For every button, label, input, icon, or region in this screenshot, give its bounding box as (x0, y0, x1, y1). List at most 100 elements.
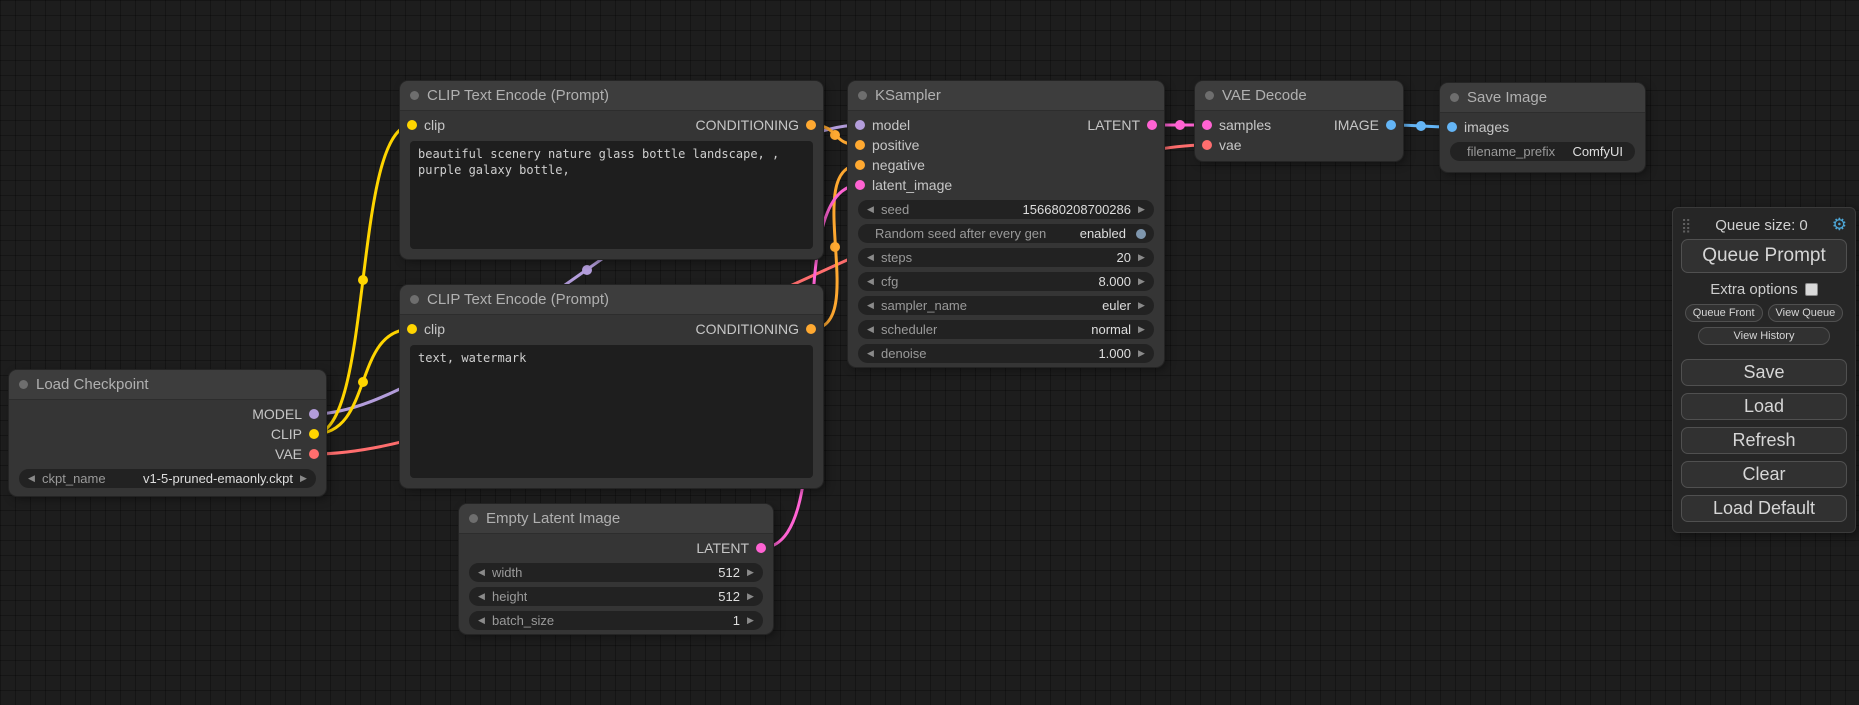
toggle-dot-icon[interactable] (1136, 229, 1146, 239)
view-history-button[interactable]: View History (1698, 327, 1831, 345)
widget-value: 512 (718, 589, 740, 604)
prompt-textarea[interactable]: text, watermark (410, 345, 813, 478)
decrement-icon[interactable]: ◀ (864, 252, 877, 263)
scheduler-widget[interactable]: ◀ scheduler normal ▶ (858, 320, 1154, 339)
extra-options-checkbox[interactable] (1805, 283, 1818, 296)
steps-widget[interactable]: ◀ steps 20 ▶ (858, 248, 1154, 267)
cfg-widget[interactable]: ◀ cfg 8.000 ▶ (858, 272, 1154, 291)
widget-name: sampler_name (881, 298, 967, 313)
node-graph-canvas[interactable]: Load Checkpoint MODEL CLIP VAE ◀ ckpt_na… (0, 0, 1859, 705)
decrement-icon[interactable]: ◀ (864, 348, 877, 359)
increment-icon[interactable]: ▶ (297, 473, 310, 484)
increment-icon[interactable]: ▶ (744, 567, 757, 578)
view-queue-button[interactable]: View Queue (1768, 304, 1844, 322)
increment-icon[interactable]: ▶ (744, 615, 757, 626)
node-header[interactable]: CLIP Text Encode (Prompt) (400, 81, 823, 111)
input-port-clip[interactable] (407, 120, 417, 130)
save-button[interactable]: Save (1681, 359, 1847, 386)
decrement-icon[interactable]: ◀ (864, 324, 877, 335)
sampler-name-widget[interactable]: ◀ sampler_name euler ▶ (858, 296, 1154, 315)
node-header[interactable]: Empty Latent Image (459, 504, 773, 534)
load-default-button[interactable]: Load Default (1681, 495, 1847, 522)
denoise-widget[interactable]: ◀ denoise 1.000 ▶ (858, 344, 1154, 363)
node-clip-text-encode-negative[interactable]: CLIP Text Encode (Prompt) clip CONDITION… (400, 285, 823, 488)
filename-prefix-widget[interactable]: filename_prefix ComfyUI (1450, 142, 1635, 161)
decrement-icon[interactable]: ◀ (475, 567, 488, 578)
drag-handle-icon[interactable]: ⣿ (1681, 217, 1691, 234)
collapse-dot-icon[interactable] (410, 91, 419, 100)
increment-icon[interactable]: ▶ (1135, 204, 1148, 215)
node-header[interactable]: VAE Decode (1195, 81, 1403, 111)
output-port-clip[interactable] (309, 429, 319, 439)
refresh-button[interactable]: Refresh (1681, 427, 1847, 454)
height-widget[interactable]: ◀ height 512 ▶ (469, 587, 763, 606)
node-header[interactable]: KSampler (848, 81, 1164, 111)
batch-size-widget[interactable]: ◀ batch_size 1 ▶ (469, 611, 763, 630)
seed-widget[interactable]: ◀ seed 156680208700286 ▶ (858, 200, 1154, 219)
collapse-dot-icon[interactable] (1450, 93, 1459, 102)
node-vae-decode[interactable]: VAE Decode samples IMAGE vae (1195, 81, 1403, 161)
input-port-vae[interactable] (1202, 140, 1212, 150)
queue-prompt-button[interactable]: Queue Prompt (1681, 239, 1847, 273)
prompt-textarea[interactable]: beautiful scenery nature glass bottle la… (410, 141, 813, 249)
output-port-model[interactable] (309, 409, 319, 419)
output-port-latent[interactable] (756, 543, 766, 553)
output-port-vae[interactable] (309, 449, 319, 459)
random-seed-toggle-widget[interactable]: Random seed after every gen enabled (858, 224, 1154, 243)
decrement-icon[interactable]: ◀ (864, 276, 877, 287)
widget-value: normal (1091, 322, 1131, 337)
output-label: VAE (275, 446, 302, 462)
collapse-dot-icon[interactable] (19, 380, 28, 389)
input-port-model[interactable] (855, 120, 865, 130)
output-port-conditioning[interactable] (806, 324, 816, 334)
queue-front-button[interactable]: Queue Front (1685, 304, 1763, 322)
input-label: images (1464, 119, 1509, 135)
input-port-clip[interactable] (407, 324, 417, 334)
input-label: positive (872, 137, 919, 153)
increment-icon[interactable]: ▶ (1135, 252, 1148, 263)
collapse-dot-icon[interactable] (1205, 91, 1214, 100)
input-port-samples[interactable] (1202, 120, 1212, 130)
collapse-dot-icon[interactable] (469, 514, 478, 523)
decrement-icon[interactable]: ◀ (864, 300, 877, 311)
input-port-images[interactable] (1447, 122, 1457, 132)
settings-gear-icon[interactable]: ⚙ (1832, 215, 1847, 235)
increment-icon[interactable]: ▶ (1135, 324, 1148, 335)
node-header[interactable]: CLIP Text Encode (Prompt) (400, 285, 823, 315)
increment-icon[interactable]: ▶ (744, 591, 757, 602)
decrement-icon[interactable]: ◀ (25, 473, 38, 484)
output-port-latent[interactable] (1147, 120, 1157, 130)
link-midpoint-dot (358, 377, 368, 387)
widget-name: batch_size (492, 613, 554, 628)
decrement-icon[interactable]: ◀ (475, 591, 488, 602)
load-button[interactable]: Load (1681, 393, 1847, 420)
widget-name: steps (881, 250, 912, 265)
node-save-image[interactable]: Save Image images filename_prefix ComfyU… (1440, 83, 1645, 172)
decrement-icon[interactable]: ◀ (475, 615, 488, 626)
node-load-checkpoint[interactable]: Load Checkpoint MODEL CLIP VAE ◀ ckpt_na… (9, 370, 326, 496)
collapse-dot-icon[interactable] (410, 295, 419, 304)
decrement-icon[interactable]: ◀ (864, 204, 877, 215)
ckpt-name-widget[interactable]: ◀ ckpt_name v1-5-pruned-emaonly.ckpt ▶ (19, 469, 316, 488)
node-header[interactable]: Load Checkpoint (9, 370, 326, 400)
input-label: clip (424, 117, 445, 133)
collapse-dot-icon[interactable] (858, 91, 867, 100)
node-title: Save Image (1467, 89, 1547, 106)
input-port-latent-image[interactable] (855, 180, 865, 190)
node-empty-latent-image[interactable]: Empty Latent Image LATENT ◀ width 512 ▶ … (459, 504, 773, 634)
clear-button[interactable]: Clear (1681, 461, 1847, 488)
node-clip-text-encode-positive[interactable]: CLIP Text Encode (Prompt) clip CONDITION… (400, 81, 823, 259)
increment-icon[interactable]: ▶ (1135, 300, 1148, 311)
input-port-positive[interactable] (855, 140, 865, 150)
node-header[interactable]: Save Image (1440, 83, 1645, 113)
input-port-negative[interactable] (855, 160, 865, 170)
widget-value: ComfyUI (1572, 144, 1623, 159)
width-widget[interactable]: ◀ width 512 ▶ (469, 563, 763, 582)
node-title: Load Checkpoint (36, 376, 149, 393)
increment-icon[interactable]: ▶ (1135, 276, 1148, 287)
queue-size-label: Queue size: 0 (1691, 217, 1831, 234)
output-port-conditioning[interactable] (806, 120, 816, 130)
output-port-image[interactable] (1386, 120, 1396, 130)
node-ksampler[interactable]: KSampler model LATENT positive negative (848, 81, 1164, 367)
increment-icon[interactable]: ▶ (1135, 348, 1148, 359)
